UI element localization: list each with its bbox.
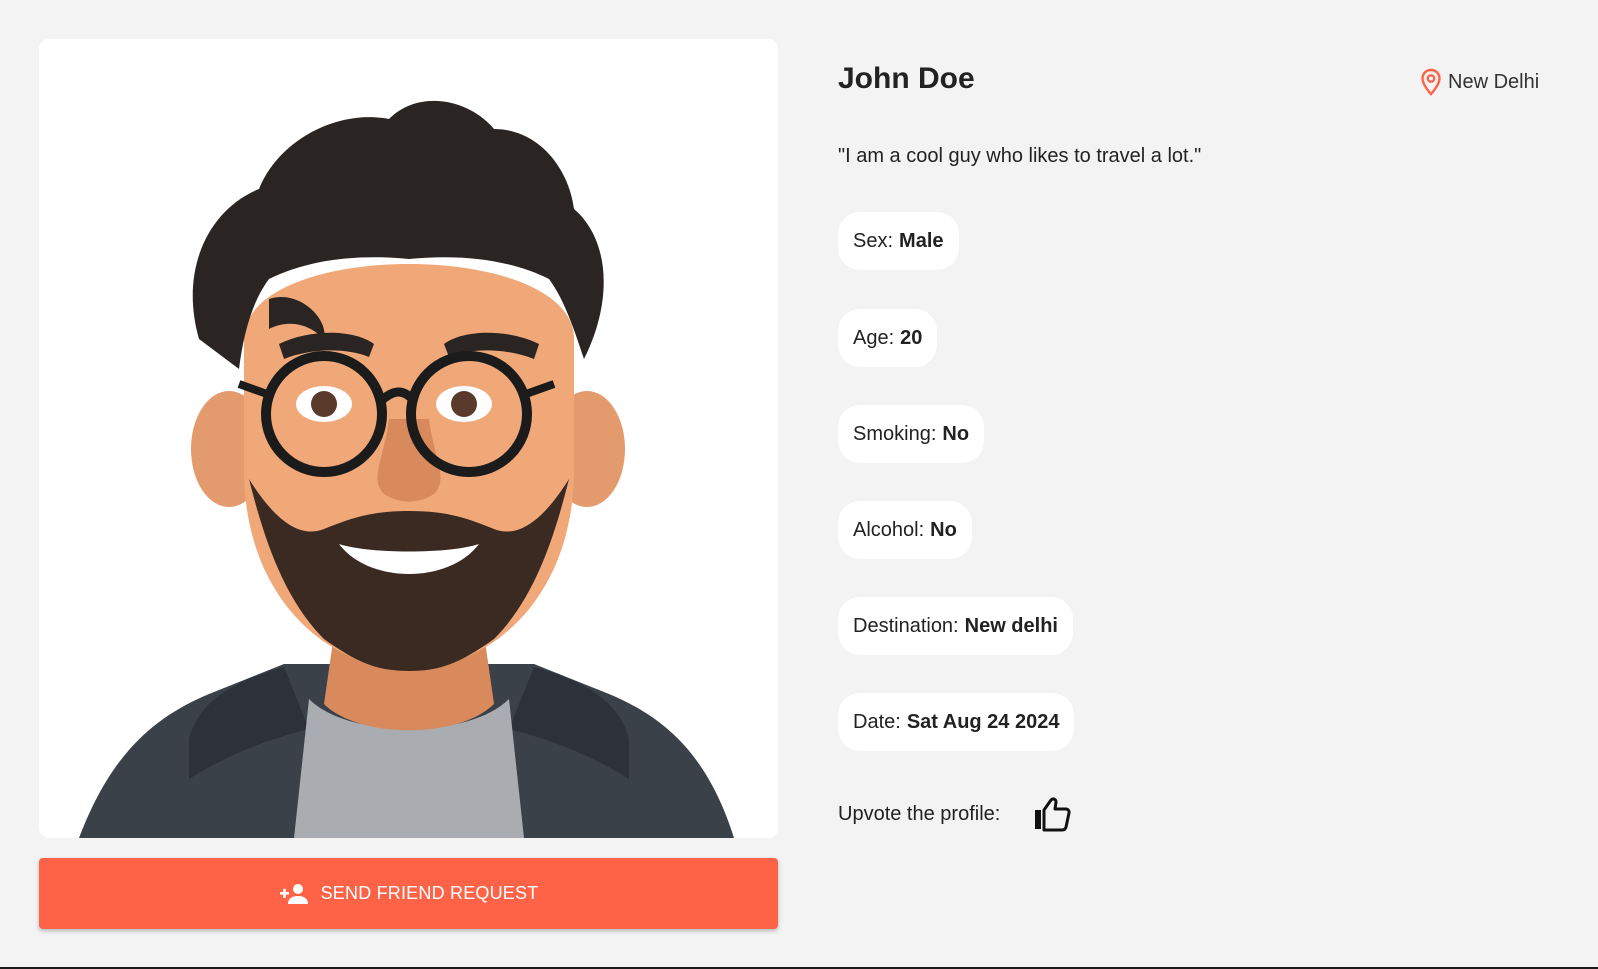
- profile-bio: "I am a cool guy who likes to travel a l…: [838, 145, 1202, 167]
- thumb-up-icon: [1035, 797, 1071, 832]
- profile-page: SEND FRIEND REQUEST John Doe New Delhi "…: [0, 0, 1598, 969]
- detail-value: New delhi: [964, 614, 1058, 637]
- detail-label: Destination:: [853, 614, 959, 637]
- detail-value: No: [942, 422, 970, 445]
- detail-label: Age:: [853, 326, 895, 349]
- detail-sex: Sex: Male: [838, 212, 959, 270]
- detail-label: Alcohol:: [853, 518, 925, 541]
- location-badge: New Delhi: [1420, 68, 1539, 96]
- send-friend-request-label: SEND FRIEND REQUEST: [320, 883, 539, 903]
- profile-name: John Doe: [838, 62, 975, 95]
- send-friend-request-button[interactable]: SEND FRIEND REQUEST: [39, 858, 778, 929]
- person-add-icon: [279, 883, 308, 904]
- detail-alcohol: Alcohol: No: [838, 501, 972, 559]
- detail-value: No: [930, 518, 957, 541]
- detail-label: Smoking:: [853, 422, 937, 445]
- detail-destination: Destination: New delhi: [838, 597, 1073, 655]
- location-text: New Delhi: [1448, 70, 1540, 93]
- detail-value: Male: [899, 229, 944, 252]
- upvote-row: Upvote the profile:: [838, 794, 1072, 834]
- upvote-label: Upvote the profile:: [838, 802, 1001, 825]
- profile-photo: [39, 39, 778, 838]
- detail-label: Date:: [853, 710, 901, 733]
- avatar-illustration: [79, 100, 734, 838]
- detail-value: 20: [900, 326, 923, 349]
- detail-label: Sex:: [853, 229, 894, 252]
- upvote-button[interactable]: [1032, 794, 1072, 834]
- detail-age: Age: 20: [838, 309, 938, 367]
- detail-date: Date: Sat Aug 24 2024: [838, 693, 1075, 751]
- detail-smoking: Smoking: No: [838, 405, 985, 463]
- location-pin-icon: [1421, 68, 1441, 96]
- detail-value: Sat Aug 24 2024: [906, 710, 1060, 733]
